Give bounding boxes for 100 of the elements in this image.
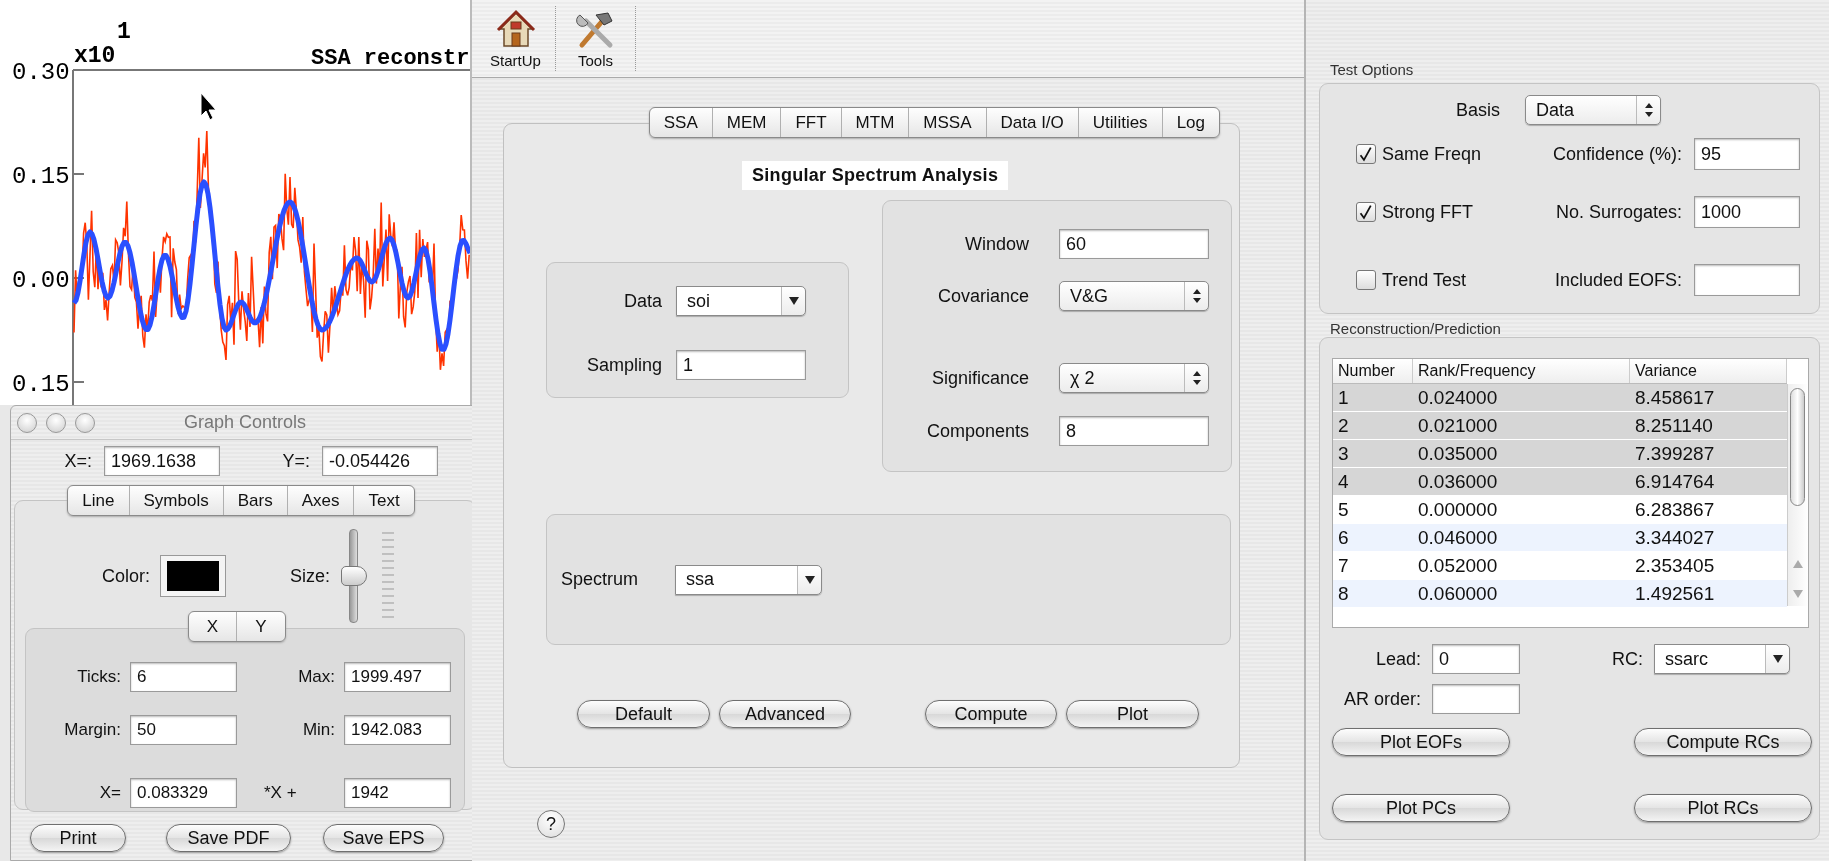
table-cell-text: 0.036000 xyxy=(1417,469,1499,494)
button[interactable]: Plot EOFs xyxy=(1332,728,1510,756)
text-field[interactable]: 1942 xyxy=(344,777,451,808)
tab[interactable]: Utilities xyxy=(1078,108,1163,137)
tab[interactable]: Text xyxy=(354,486,414,515)
field-label: No. Surrogates: xyxy=(1554,201,1682,223)
text-field[interactable]: 0.083329 xyxy=(130,777,237,808)
column-header[interactable]: Number xyxy=(1333,359,1413,383)
text-field[interactable]: 0 xyxy=(1432,644,1520,674)
text-field[interactable]: 1 xyxy=(676,350,806,380)
checkmark-icon xyxy=(1359,146,1373,162)
table-row[interactable]: 1 0.024000 8.458617 xyxy=(1333,384,1787,412)
table-cell-text: 8.458617 xyxy=(1634,385,1716,410)
tab[interactable]: Y xyxy=(237,612,285,641)
text-field[interactable]: 1942.083 xyxy=(344,715,451,746)
popup-button[interactable]: χ 2 xyxy=(1059,363,1209,393)
tab[interactable]: Bars xyxy=(223,486,288,515)
field-label: Size: xyxy=(290,565,331,587)
button[interactable]: Compute xyxy=(925,700,1057,728)
toolbar-label[interactable]: Tools xyxy=(578,51,613,69)
button[interactable]: Save PDF xyxy=(166,824,291,852)
text-field[interactable]: 1000 xyxy=(1694,196,1800,228)
text-field[interactable]: 1999.497 xyxy=(344,662,451,693)
table-cell-text: 6.914764 xyxy=(1634,469,1716,494)
checkbox[interactable] xyxy=(1356,202,1376,222)
field-label: Spectrum xyxy=(561,569,639,590)
popup-button[interactable]: Data xyxy=(1525,95,1661,125)
field-label: Lead: xyxy=(1374,648,1421,670)
tab[interactable]: Data I/O xyxy=(986,108,1079,137)
tab[interactable]: MSSA xyxy=(909,108,987,137)
field-label: Basis xyxy=(1456,99,1500,121)
scrollbar[interactable] xyxy=(1787,384,1808,606)
text-field[interactable]: -0.054426 xyxy=(322,446,438,476)
checkbox-label[interactable]: Strong FFT xyxy=(1382,201,1474,223)
column-header[interactable]: Variance xyxy=(1630,359,1787,383)
house-icon[interactable] xyxy=(495,8,536,49)
text-field[interactable]: 1969.1638 xyxy=(104,446,220,476)
button[interactable]: Compute RCs xyxy=(1634,728,1812,756)
table-cell-text: 0.046000 xyxy=(1417,525,1499,550)
tab[interactable]: Axes xyxy=(287,486,355,515)
text-field[interactable]: 95 xyxy=(1694,138,1800,170)
checkbox[interactable] xyxy=(1356,144,1376,164)
table-cell-text: 8.251140 xyxy=(1634,413,1714,438)
text-field[interactable] xyxy=(1694,264,1800,296)
table-row[interactable]: 8 0.060000 1.492561 xyxy=(1333,580,1787,608)
help-button[interactable]: ? xyxy=(537,810,565,838)
field-label: Confidence (%): xyxy=(1551,143,1682,165)
window-button[interactable] xyxy=(75,412,95,433)
text-field[interactable]: 8 xyxy=(1059,416,1209,446)
button[interactable]: Plot PCs xyxy=(1332,794,1510,822)
button[interactable]: Plot RCs xyxy=(1634,794,1812,822)
text-field[interactable]: 50 xyxy=(130,715,237,746)
dropdown[interactable]: soi xyxy=(676,286,806,316)
text-field[interactable]: 60 xyxy=(1059,229,1209,259)
field-label: Max: xyxy=(297,667,335,688)
toolbar-label[interactable]: StartUp xyxy=(490,51,541,69)
field-label: Components xyxy=(925,420,1029,442)
field-label: Sampling xyxy=(585,354,662,376)
checkbox[interactable] xyxy=(1356,270,1376,290)
tab[interactable]: FFT xyxy=(781,108,842,137)
slider-track[interactable] xyxy=(340,529,369,623)
table-row[interactable]: 4 0.036000 6.914764 xyxy=(1333,468,1787,496)
table-row[interactable]: 6 0.046000 3.344027 xyxy=(1333,524,1787,552)
operator-label: *X + xyxy=(263,782,298,803)
tick-label: 0.15 xyxy=(12,163,70,190)
button[interactable]: Save EPS xyxy=(323,824,444,852)
checkbox-label[interactable]: Trend Test xyxy=(1382,269,1467,291)
field-label: AR order: xyxy=(1342,688,1421,710)
table-cell-text: 0.052000 xyxy=(1417,553,1499,578)
window-button[interactable] xyxy=(17,412,37,433)
table-cell-text: 5 xyxy=(1337,497,1350,522)
tab[interactable]: MTM xyxy=(841,108,910,137)
table-cell-text: 1 xyxy=(1337,385,1350,410)
button[interactable]: Print xyxy=(30,824,126,852)
color-well[interactable] xyxy=(160,555,226,597)
plot-title: SSA reconstr xyxy=(311,46,470,71)
text-field[interactable]: 6 xyxy=(130,662,237,693)
field-label: Margin: xyxy=(63,720,121,741)
button[interactable]: Plot xyxy=(1066,700,1199,728)
scrollbar-thumb[interactable] xyxy=(1790,388,1805,506)
table-cell-text: 6.283867 xyxy=(1634,497,1716,522)
tab[interactable]: MEM xyxy=(712,108,782,137)
dropdown[interactable]: ssa xyxy=(675,564,823,595)
column-header[interactable]: Rank/Frequency xyxy=(1413,359,1630,383)
button[interactable]: Default xyxy=(577,700,710,728)
window-button[interactable] xyxy=(46,412,66,433)
table-cell-text: 7.399287 xyxy=(1634,441,1716,466)
tab[interactable]: Log xyxy=(1162,108,1219,137)
popup-button[interactable]: V&G xyxy=(1059,281,1209,311)
dropdown[interactable]: ssarc xyxy=(1654,644,1790,674)
tab[interactable]: Symbols xyxy=(129,486,224,515)
table-row[interactable]: 3 0.035000 7.399287 xyxy=(1333,440,1787,468)
pointer-icon xyxy=(200,92,217,121)
button[interactable]: Advanced xyxy=(719,700,851,728)
slider-thumb[interactable] xyxy=(341,566,368,586)
text-field[interactable] xyxy=(1432,684,1520,714)
checkbox-label[interactable]: Same Freqn xyxy=(1382,143,1482,165)
table-row[interactable]: 2 0.021000 8.251140 xyxy=(1333,412,1787,440)
section-label: Test Options xyxy=(1330,61,1415,80)
table-cell-text: 1.492561 xyxy=(1634,581,1716,606)
